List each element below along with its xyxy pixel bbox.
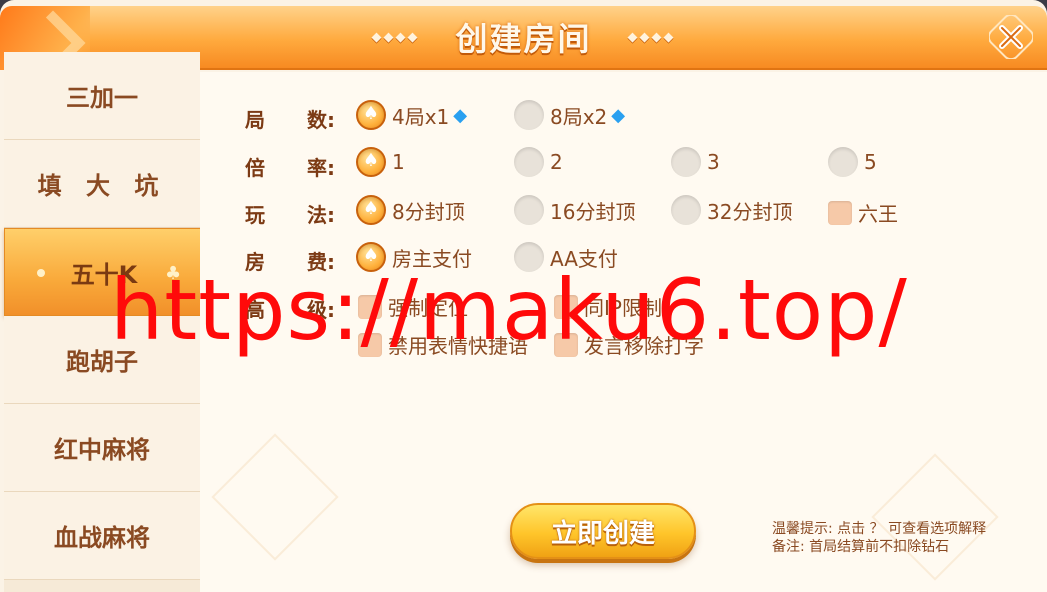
hint-line-2: 备注: 首局结算前不扣除钻石 [772,539,950,555]
spade-icon: ♠ [362,198,380,219]
hint-text: 温馨提示: 点击 ？ 可查看选项解释 备注: 首局结算前不扣除钻石 [772,520,986,556]
radio-selected[interactable]: ♠ [356,147,386,177]
sidebar-item-xuezhan-mahjong[interactable]: 血战麻将 [4,492,200,580]
url-watermark: https://maku6.top/ [110,261,908,359]
title-right-diamonds: ◆◆◆◆ [627,29,676,45]
sidebar-item-tiandakeng[interactable]: 填 大 坑 [4,140,200,228]
radio-unselected[interactable] [828,147,858,177]
play-option-16-cap[interactable]: 16分封顶 [514,195,635,225]
radio-unselected[interactable] [514,195,544,225]
multiplier-label: 倍率: [245,156,335,180]
multiplier-option-5[interactable]: 5 [828,147,877,177]
create-room-button[interactable]: 立即创建 [510,503,696,559]
background-diamond-decoration [871,453,999,581]
diamond-gem-icon: ◆ [611,104,626,126]
sidebar-item-label: 三加一 [66,84,138,112]
multiplier-option-3[interactable]: 3 [671,147,720,177]
sidebar-item-label: 填 大 坑 [37,172,167,200]
hint-line-1: 温馨提示: 点击 ？ 可查看选项解释 [772,521,987,537]
sidebar-item-label: 血战麻将 [54,524,150,552]
rounds-option-4[interactable]: ♠ 4局x1 ◆ [356,100,467,130]
close-icon [989,15,1033,59]
spade-icon: ♠ [362,103,380,124]
play-option-32-cap[interactable]: 32分封顶 [671,195,792,225]
create-room-dialog: ◆◆◆◆ 创建房间 ◆◆◆◆ 三加一 填 大 坑 五十K ♣ 跑胡子 红中麻将 … [0,0,1047,592]
radio-unselected[interactable] [671,195,701,225]
sidebar-item-sanjiayi[interactable]: 三加一 [4,52,200,140]
rounds-label: 局数: [245,108,335,132]
sidebar-item-label: 红中麻将 [54,436,150,464]
sidebar-item-hongzhong-mahjong[interactable]: 红中麻将 [4,404,200,492]
diamond-gem-icon: ◆ [453,104,468,126]
multiplier-option-2[interactable]: 2 [514,147,563,177]
dialog-title: 创建房间 [455,20,592,58]
play-rule-label: 玩法: [245,203,335,227]
play-option-six-kings[interactable]: 六王 [828,198,898,227]
radio-unselected[interactable] [671,147,701,177]
radio-selected[interactable]: ♠ [356,195,386,225]
radio-selected[interactable]: ♠ [356,100,386,130]
rounds-option-8[interactable]: 8局x2 ◆ [514,100,625,130]
checkbox-unchecked[interactable] [828,200,852,225]
title-left-diamonds: ◆◆◆◆ [371,29,420,45]
play-option-8-cap[interactable]: ♠ 8分封顶 [356,195,465,225]
multiplier-option-1[interactable]: ♠ 1 [356,147,405,177]
radio-unselected[interactable] [514,100,544,130]
dot-decoration [37,269,45,277]
background-diamond-decoration [211,433,339,561]
radio-unselected[interactable] [514,147,544,177]
spade-icon: ♠ [362,150,380,171]
close-button[interactable] [983,10,1039,64]
